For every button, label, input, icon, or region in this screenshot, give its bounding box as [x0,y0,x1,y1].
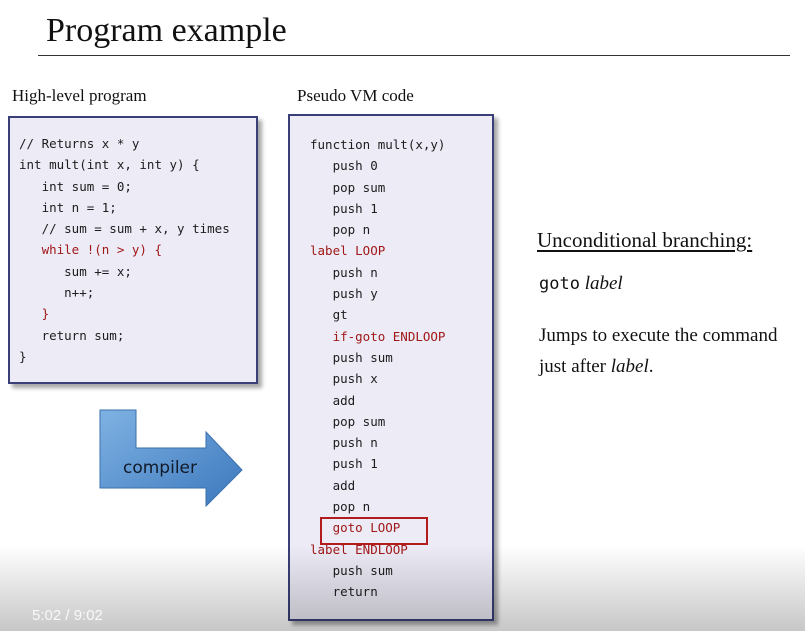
code-line: } [19,306,50,322]
goto-arg: label [584,273,623,294]
code-line: push n [310,435,378,451]
code-line: int mult(int x, int y) { [19,157,200,173]
high-level-label: High-level program [12,86,147,105]
compiler-label: compiler [123,458,197,478]
code-line: push x [310,371,378,387]
goto-syntax: goto label [539,273,623,295]
code-line: push 1 [310,200,378,216]
high-level-code: // Returns x * y int mult(int x, int y) {… [19,133,230,367]
code-line: gt [310,307,348,323]
code-line: push n [310,264,378,280]
code-line: function mult(x,y) [310,137,446,152]
code-line: push 1 [310,456,378,472]
code-line: pop n [310,222,371,238]
slide: Program example High-level program Pseud… [0,0,805,631]
goto-loop-highlight [320,517,428,545]
code-line: // sum = sum + x, y times [19,221,230,237]
side-title: Unconditional branching: [537,228,753,252]
code-line: push y [310,286,378,302]
code-line: add [310,477,356,493]
goto-description: Jumps to execute the command just after … [539,320,799,382]
desc-text: Jumps to execute the command just after [539,325,778,377]
code-line: label LOOP [310,243,386,259]
code-line: while !(n > y) { [19,242,162,258]
video-overlay-shade [0,545,805,631]
desc-end: . [648,356,654,377]
desc-italic: label [610,356,649,377]
video-timestamp: 5:02 / 9:02 [32,607,103,624]
slide-title: Program example [46,12,287,49]
code-line: // Returns x * y [19,136,140,151]
code-line: push 0 [310,158,378,174]
vm-code-label: Pseudo VM code [297,86,414,105]
code-line: int sum = 0; [19,178,132,194]
code-line: } [19,348,27,364]
code-line: pop sum [310,179,386,195]
code-line: int n = 1; [19,199,117,215]
code-line: add [310,392,356,408]
code-line: push sum [310,349,393,365]
title-divider [38,55,790,56]
code-line: pop sum [310,413,386,429]
code-line: pop n [310,499,371,515]
code-line: n++; [19,285,95,301]
code-line: if-goto ENDLOOP [310,328,446,344]
high-level-code-box: // Returns x * y int mult(int x, int y) {… [8,116,258,384]
code-line: return sum; [19,327,125,343]
code-line: sum += x; [19,263,132,279]
goto-keyword: goto [539,274,580,294]
